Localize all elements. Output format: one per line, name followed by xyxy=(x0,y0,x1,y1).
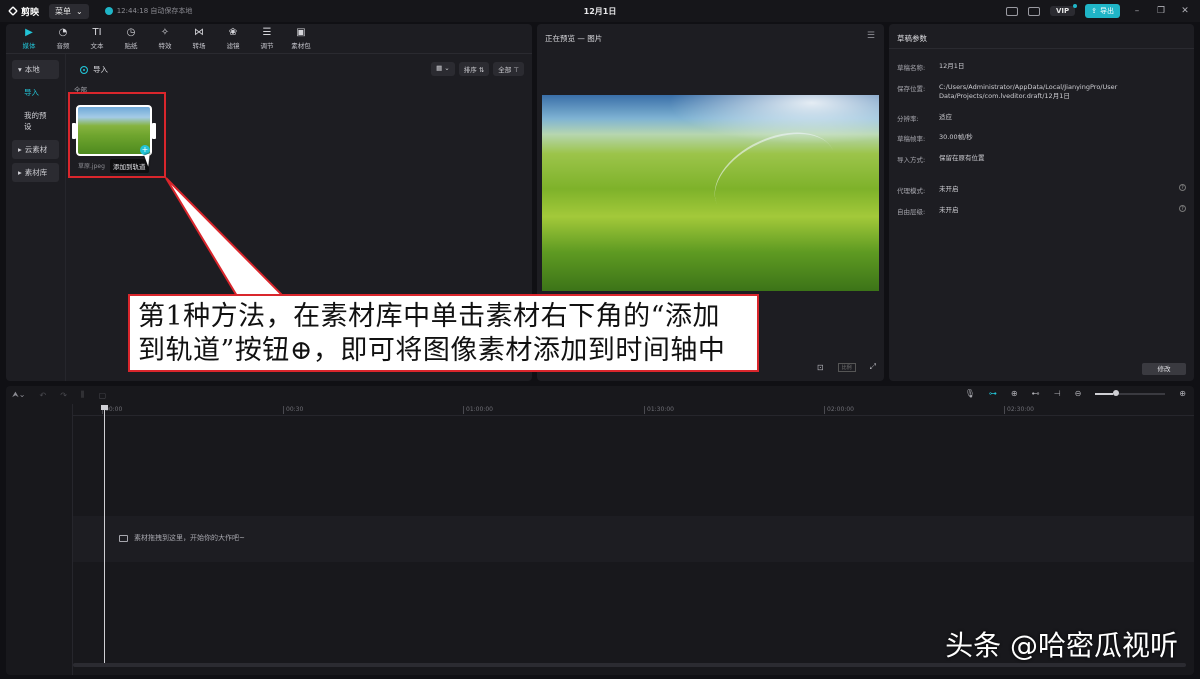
annotation-line-1: 第1种方法，在素材库中单击素材右下角的“添加 xyxy=(138,301,720,332)
annotation-callout: 第1种方法，在素材库中单击素材右下角的“添加 到轨道”按钮⊕，即可将图像素材添加… xyxy=(128,294,759,372)
callout-pointer-shape xyxy=(165,177,286,297)
watermark: 头条 @哈密瓜视听 xyxy=(945,629,1178,662)
annotation-line-2: 到轨道”按钮⊕，即可将图像素材添加到时间轴中 xyxy=(138,335,726,366)
